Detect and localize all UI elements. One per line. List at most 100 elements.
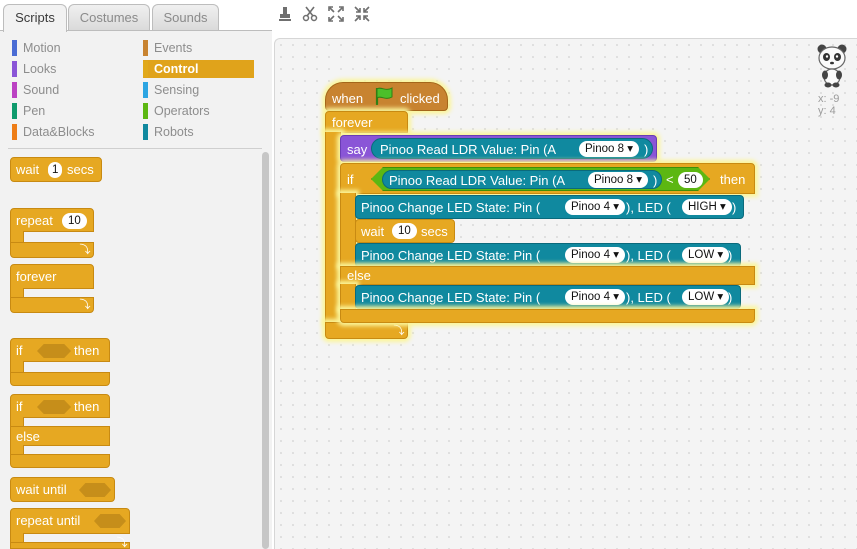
tab-label: Costumes [79,10,139,25]
condition-slot[interactable] [79,483,111,497]
palette-repeat-until-block[interactable]: repeat until [10,508,130,534]
scratch-editor: Scripts Costumes Sounds Motion Looks Sou… [0,0,857,549]
block-label: ) [732,200,737,215]
led-state-block-high[interactable]: Pinoo Change LED State: Pin ( Pinoo 4 ▾ … [355,195,744,219]
if-then-block[interactable]: if Pinoo Read LDR Value: Pin (A Pinoo 8 … [340,163,755,194]
loop-arrow-icon: ⤵ [79,244,91,256]
dropdown-arrow-icon: ▾ [613,291,619,303]
dropdown-arrow-icon: ▾ [717,291,724,303]
category-label: Events [154,41,193,55]
dropdown-arrow-icon: ▾ [719,201,726,213]
shrink-icon[interactable] [354,6,370,22]
category-sensing[interactable]: Sensing [143,81,254,99]
led-state-block-low[interactable]: Pinoo Change LED State: Pin ( Pinoo 4 ▾ … [355,243,741,267]
block-label: Pinoo Change LED State: Pin ( [361,200,541,215]
block-label: ) [644,142,649,157]
pin-dropdown[interactable]: Pinoo 4 ▾ [565,199,625,215]
pin-dropdown[interactable]: Pinoo 8 ▾ [588,172,648,188]
palette-wait-until-block[interactable]: wait until [10,477,115,502]
if-foot [10,372,110,386]
loop-arrow-icon: ⤵ [116,537,128,549]
category-swatch [143,124,148,140]
palette-if-else-block[interactable]: if then [10,394,110,418]
block-label: when [332,91,364,106]
operator-symbol: < [666,172,674,187]
repeat-input[interactable]: 10 [62,213,87,229]
block-label: secs [67,162,94,177]
block-label: then [74,343,100,358]
tab-scripts[interactable]: Scripts [3,4,67,32]
compare-value-input[interactable]: 50 [678,172,703,188]
wait-block[interactable]: wait 10 secs [355,219,455,243]
category-label: Motion [23,41,61,55]
dropdown-value: LOW [688,249,715,261]
grow-icon[interactable] [328,6,344,22]
category-looks[interactable]: Looks [12,60,132,78]
forever-foot: ⤵ [325,322,408,339]
category-label: Data&Blocks [23,125,95,139]
coord-label: y: [818,105,827,117]
led-state-dropdown[interactable]: LOW ▾ [682,289,730,305]
condition-slot[interactable] [37,344,71,358]
else-bar: else [10,426,110,446]
category-events[interactable]: Events [143,39,254,57]
less-than-operator[interactable]: Pinoo Read LDR Value: Pin (A Pinoo 8 ▾ )… [371,167,710,191]
tab-costumes[interactable]: Costumes [68,4,150,31]
category-robots[interactable]: Robots [143,123,254,141]
block-label: say [347,142,368,157]
dropdown-value: HIGH [688,201,717,213]
block-label: else [16,429,40,444]
category-control[interactable]: Control [143,60,254,78]
block-label: Pinoo Change LED State: Pin ( [361,248,541,263]
say-block[interactable]: say Pinoo Read LDR Value: Pin (A Pinoo 8… [340,135,657,162]
category-label: Sound [23,83,60,97]
palette-if-then-block[interactable]: if then [10,338,110,362]
led-state-dropdown[interactable]: LOW ▾ [682,247,730,263]
category-sound[interactable]: Sound [12,81,132,99]
repeat-until-foot: ⤵ [10,537,130,549]
palette-forever-block[interactable]: forever [10,264,94,289]
dropdown-arrow-icon: ▾ [613,249,619,261]
dropdown-arrow-icon: ▾ [717,249,724,261]
category-motion[interactable]: Motion [12,39,132,57]
stamp-icon[interactable] [277,6,293,22]
tab-label: Scripts [15,10,55,25]
dropdown-arrow-icon: ▾ [613,201,619,213]
wait-input[interactable]: 1 [48,162,63,178]
if-arm [340,193,356,266]
green-flag-icon [373,86,395,109]
scissors-icon[interactable] [302,6,318,22]
forever-block[interactable]: forever [325,111,408,133]
ldr-reporter[interactable]: Pinoo Read LDR Value: Pin (A Pinoo 8 ▾ ) [371,138,653,159]
category-pen[interactable]: Pen [12,102,132,120]
when-flag-clicked-block[interactable]: when clicked [325,82,448,111]
category-operators[interactable]: Operators [143,102,254,120]
wait-input[interactable]: 10 [392,223,417,239]
pin-dropdown[interactable]: Pinoo 4 ▾ [565,247,625,263]
block-label: ), LED ( [626,290,671,305]
tab-sounds[interactable]: Sounds [152,4,219,31]
block-label: ) [728,248,733,263]
coord-value: 4 [829,105,836,117]
category-data-blocks[interactable]: Data&Blocks [12,123,132,141]
condition-slot[interactable] [94,514,126,528]
block-label: wait until [16,482,67,497]
led-state-block-low-else[interactable]: Pinoo Change LED State: Pin ( Pinoo 4 ▾ … [355,285,741,309]
loop-arrow-icon: ⤵ [393,325,405,337]
palette-divider [8,148,262,149]
condition-slot[interactable] [37,400,71,414]
palette-repeat-block[interactable]: repeat 10 [10,208,94,232]
palette-scrollbar[interactable] [262,152,269,549]
sprite-x-readout: x: -9 [818,93,839,105]
repeat-foot: ⤵ [10,242,94,258]
pin-dropdown[interactable]: Pinoo 4 ▾ [565,289,625,305]
category-swatch [12,61,17,77]
dropdown-arrow-icon: ▾ [636,174,642,186]
ldr-reporter[interactable]: Pinoo Read LDR Value: Pin (A Pinoo 8 ▾ ) [382,170,662,189]
led-state-dropdown[interactable]: HIGH ▾ [682,199,732,215]
block-label: wait [361,224,385,239]
palette-wait-block[interactable]: wait 1 secs [10,157,102,182]
pin-dropdown[interactable]: Pinoo 8 ▾ [579,141,639,157]
if-foot [340,309,755,323]
dropdown-value: Pinoo 4 [571,201,611,213]
